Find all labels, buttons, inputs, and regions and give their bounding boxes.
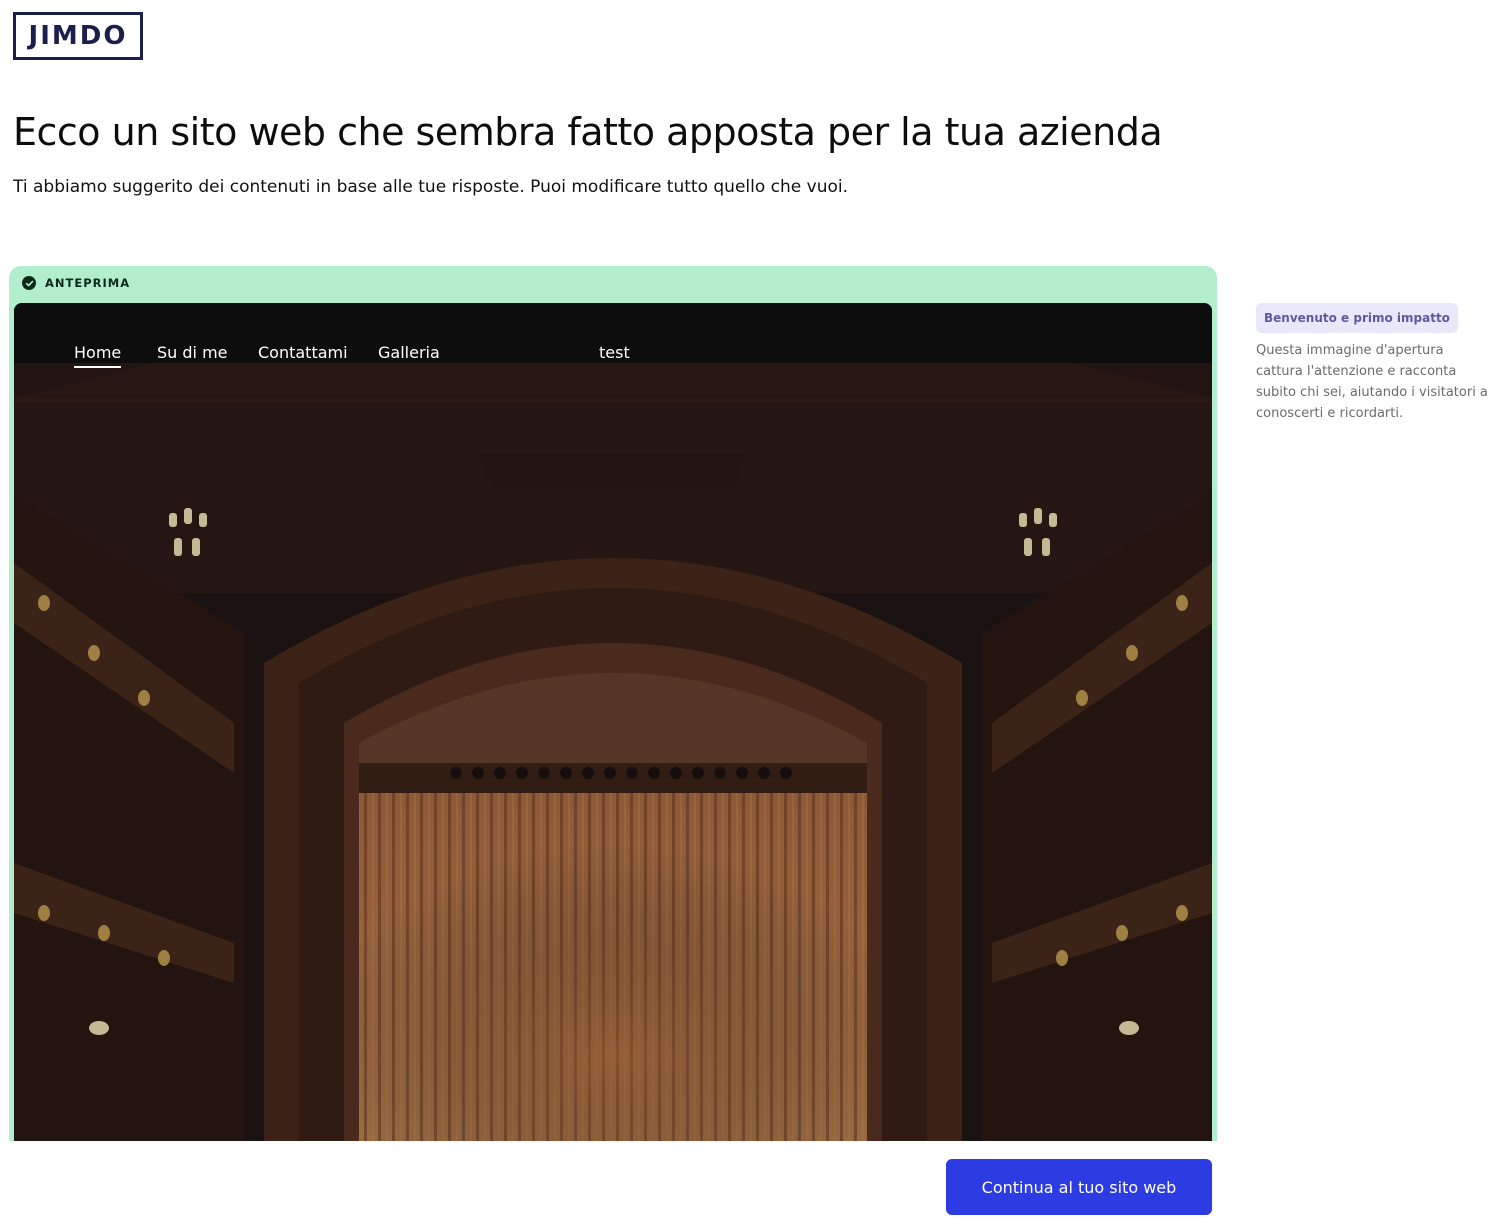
preview-label-text: ANTEPRIMA bbox=[45, 276, 131, 290]
site-nav-contattami[interactable]: Contattami bbox=[258, 343, 348, 362]
site-nav-galleria[interactable]: Galleria bbox=[378, 343, 440, 362]
site-preview[interactable]: Home Su di me Contattami Galleria test bbox=[14, 303, 1212, 1141]
onboarding-page: JIMDO Ecco un sito web che sembra fatto … bbox=[0, 0, 1497, 1227]
site-nav-su-di-me[interactable]: Su di me bbox=[157, 343, 228, 362]
jimdo-logo[interactable]: JIMDO bbox=[13, 12, 143, 60]
page-title: Ecco un sito web che sembra fatto appost… bbox=[13, 110, 1163, 154]
section-tag: Benvenuto e primo impatto bbox=[1256, 303, 1458, 333]
section-description: Questa immagine d'apertura cattura l'att… bbox=[1256, 343, 1488, 421]
site-nav-home[interactable]: Home bbox=[74, 343, 122, 368]
site-title[interactable]: test bbox=[599, 343, 630, 362]
page-subtitle: Ti abbiamo suggerito dei contenuti in ba… bbox=[13, 177, 849, 197]
site-navigation: Home Su di me Contattami Galleria test bbox=[14, 303, 1212, 383]
check-circle-icon bbox=[22, 276, 36, 290]
preview-label: ANTEPRIMA bbox=[22, 276, 130, 290]
continue-button[interactable]: Continua al tuo sito web bbox=[946, 1159, 1212, 1215]
theatre-hero-image bbox=[14, 303, 1212, 1141]
preview-frame: ANTEPRIMA Home Su di me Contattami Galle… bbox=[9, 266, 1217, 1141]
